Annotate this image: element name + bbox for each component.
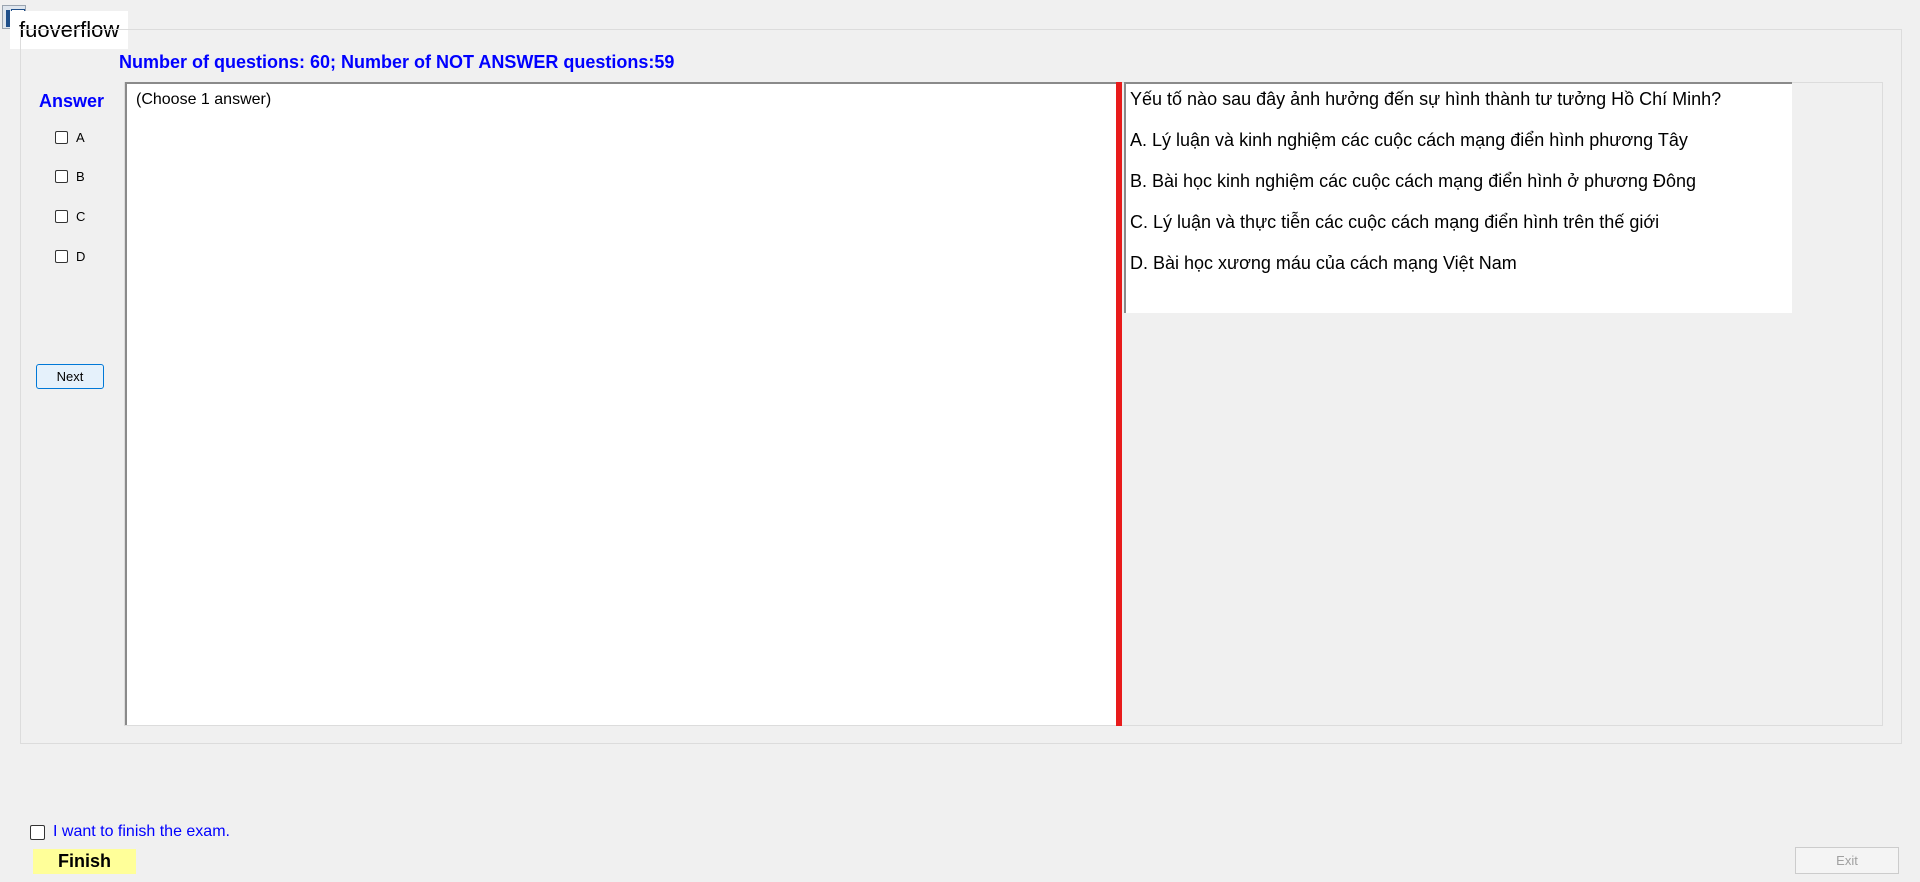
question-panel: Yếu tố nào sau đây ảnh hưởng đến sự hình…	[1124, 82, 1792, 313]
question-text: Yếu tố nào sau đây ảnh hưởng đến sự hình…	[1130, 89, 1722, 109]
question-summary: Number of questions: 60; Number of NOT A…	[119, 52, 675, 72]
option-label-b: B	[76, 168, 85, 184]
answer-option-a[interactable]: A	[55, 127, 85, 147]
finish-confirm[interactable]: I want to finish the exam.	[30, 823, 230, 841]
question-choice-b: B. Bài học kinh nghiệm các cuộc cách mạn…	[1130, 171, 1696, 191]
next-button[interactable]: Next	[36, 364, 104, 389]
checkbox-a[interactable]	[55, 130, 68, 144]
answer-option-d[interactable]: D	[55, 246, 85, 266]
option-label-c: C	[76, 208, 86, 224]
answer-option-c[interactable]: C	[55, 206, 85, 226]
checkbox-b[interactable]	[55, 169, 68, 183]
question-choice-c: C. Lý luận và thực tiễn các cuộc cách mạ…	[1130, 212, 1660, 232]
option-label-d: D	[76, 248, 86, 264]
option-label-a: A	[76, 129, 85, 145]
choose-instruction: (Choose 1 answer)	[136, 91, 272, 108]
panel-splitter[interactable]	[1116, 82, 1122, 726]
answer-option-b[interactable]: B	[55, 166, 85, 186]
finish-confirm-label: I want to finish the exam.	[53, 823, 230, 840]
exit-button[interactable]: Exit	[1795, 847, 1899, 874]
finish-button[interactable]: Finish	[33, 849, 136, 874]
checkbox-c[interactable]	[55, 209, 68, 223]
answer-panel[interactable]: (Choose 1 answer)	[125, 82, 1118, 725]
checkbox-d[interactable]	[55, 249, 68, 263]
question-choice-a: A. Lý luận và kinh nghiệm các cuộc cách …	[1130, 130, 1688, 150]
finish-checkbox[interactable]	[30, 824, 45, 840]
question-choice-d: D. Bài học xương máu của cách mạng Việt …	[1130, 253, 1517, 273]
answer-heading: Answer	[39, 91, 105, 111]
